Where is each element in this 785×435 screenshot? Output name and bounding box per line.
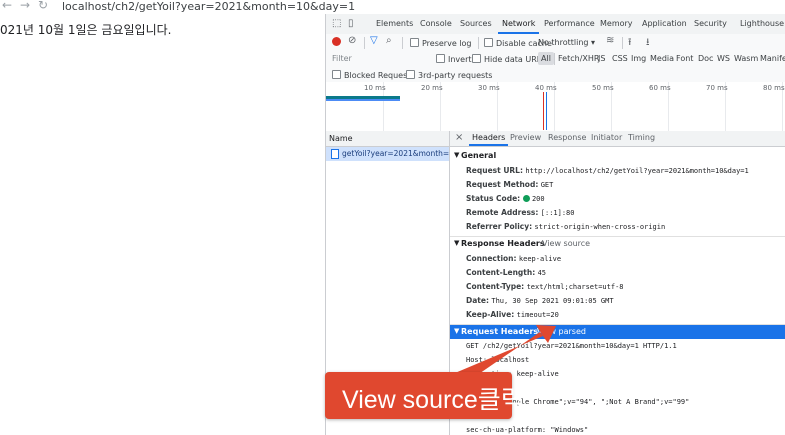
annotation-callout: View source클릭 <box>325 372 524 419</box>
annotation-arrow <box>455 325 556 380</box>
annotation-text: View source클릭 <box>342 386 524 414</box>
